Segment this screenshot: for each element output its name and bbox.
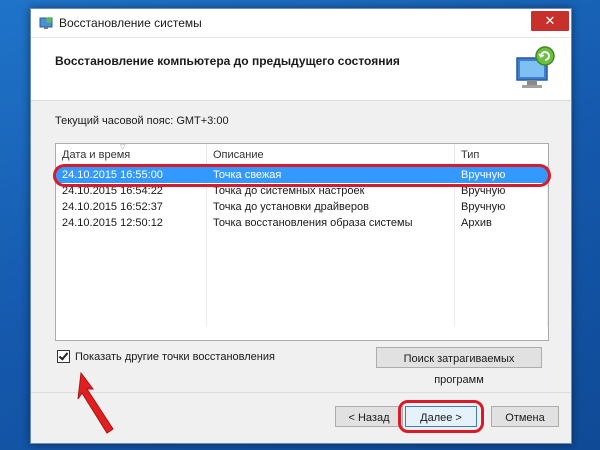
table-row[interactable]: 24.10.2015 16:55:00 Точка свежая Вручную xyxy=(56,166,548,183)
empty-row xyxy=(56,247,548,263)
cell-description: Точка восстановления образа системы xyxy=(206,215,455,231)
cell-type: Вручную xyxy=(454,166,548,183)
cell-type: Вручную xyxy=(454,183,548,199)
empty-row xyxy=(56,311,548,327)
cell-date: 24.10.2015 16:55:00 xyxy=(56,166,207,183)
show-more-points-checkbox[interactable] xyxy=(57,350,70,363)
window-title: Восстановление системы xyxy=(59,16,202,30)
show-more-points-option[interactable]: Показать другие точки восстановления xyxy=(57,350,275,363)
cell-date: 24.10.2015 12:50:12 xyxy=(56,215,207,231)
show-more-points-label: Показать другие точки восстановления xyxy=(75,350,275,363)
cell-type: Архив xyxy=(454,215,548,231)
column-header-description[interactable]: Описание xyxy=(206,144,455,167)
back-button[interactable]: < Назад xyxy=(335,406,403,427)
footer-divider xyxy=(31,392,571,393)
red-pointer-arrow-icon xyxy=(77,371,114,434)
restore-points-list[interactable]: ▽ Дата и время Описание Тип 24.10.2015 1… xyxy=(55,143,549,341)
cell-date: 24.10.2015 16:54:22 xyxy=(56,183,207,199)
next-button[interactable]: Далее > xyxy=(405,406,477,427)
cell-description: Точка до системных настроек xyxy=(206,183,455,199)
timezone-label: Текущий часовой пояс: GMT+3:00 xyxy=(55,115,229,127)
header-panel: Восстановление компьютера до предыдущего… xyxy=(31,38,571,101)
empty-row xyxy=(56,263,548,279)
page-title: Восстановление компьютера до предыдущего… xyxy=(55,54,400,68)
cell-date: 24.10.2015 16:52:37 xyxy=(56,199,207,215)
cell-type: Вручную xyxy=(454,199,548,215)
cell-description: Точка свежая xyxy=(206,166,455,183)
column-header-date[interactable]: ▽ Дата и время xyxy=(56,144,207,167)
computer-restore-icon xyxy=(516,46,555,88)
title-bar: Восстановление системы ✕ xyxy=(31,9,571,38)
system-restore-icon xyxy=(39,17,53,29)
empty-row xyxy=(56,231,548,247)
table-row[interactable]: 24.10.2015 16:54:22 Точка до системных н… xyxy=(56,183,548,199)
close-button[interactable]: ✕ xyxy=(531,11,569,31)
search-affected-programs-button[interactable]: Поиск затрагиваемых программ xyxy=(376,347,542,386)
table-row[interactable]: 24.10.2015 12:50:12 Точка восстановления… xyxy=(56,215,548,231)
system-restore-window: Восстановление системы ✕ Восстановление … xyxy=(30,8,572,444)
empty-row xyxy=(56,279,548,295)
column-header-type[interactable]: Тип xyxy=(454,144,548,167)
sort-arrow-icon: ▽ xyxy=(120,144,126,151)
empty-row xyxy=(56,295,548,311)
table-row[interactable]: 24.10.2015 16:52:37 Точка до установки д… xyxy=(56,199,548,215)
cancel-button[interactable]: Отмена xyxy=(491,406,559,427)
cell-description: Точка до установки драйверов xyxy=(206,199,455,215)
